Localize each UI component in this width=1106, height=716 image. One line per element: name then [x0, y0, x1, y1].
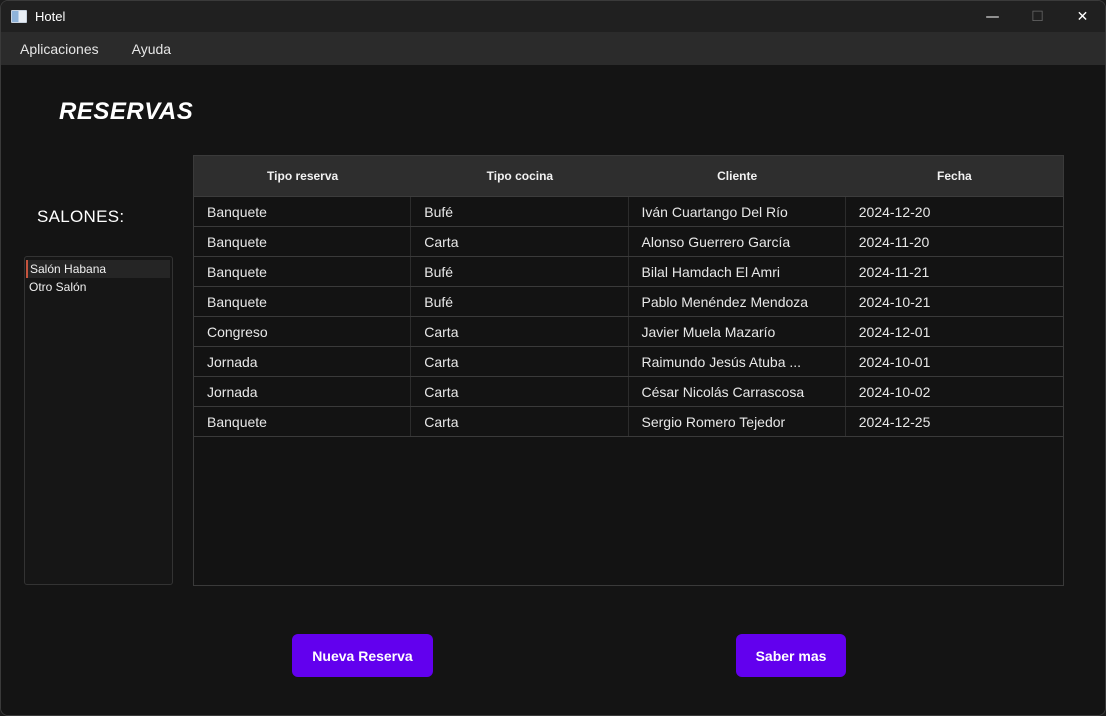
cell-tipo-reserva: Jornada — [194, 377, 412, 406]
cell-cliente: Sergio Romero Tejedor — [629, 407, 846, 436]
table-row[interactable]: Banquete Carta Sergio Romero Tejedor 202… — [194, 407, 1063, 437]
cell-tipo-cocina: Carta — [411, 227, 629, 256]
table-row[interactable]: Banquete Bufé Iván Cuartango Del Río 202… — [194, 197, 1063, 227]
column-header-cliente[interactable]: Cliente — [629, 156, 846, 196]
maximize-button[interactable]: ☐ — [1015, 1, 1060, 32]
cell-fecha: 2024-12-25 — [858, 413, 931, 430]
table-row[interactable]: Banquete Bufé Pablo Menéndez Mendoza 202… — [194, 287, 1063, 317]
cell-fecha: 2024-10-01 — [858, 353, 931, 370]
menu-bar: Aplicaciones Ayuda — [1, 32, 1105, 65]
cell-fecha: 2024-10-02 — [858, 383, 931, 400]
column-header-tipo-cocina[interactable]: Tipo cocina — [411, 156, 628, 196]
nueva-reserva-button[interactable]: Nueva Reserva — [292, 634, 433, 677]
cell-cliente: Javier Muela Mazarío — [629, 317, 846, 346]
cell-cliente: Raimundo Jesús Atuba ... — [629, 347, 846, 376]
window-title: Hotel — [35, 9, 66, 24]
cell-cliente: Iván Cuartango Del Río — [629, 197, 846, 226]
cell-fecha: 2024-10-21 — [858, 293, 931, 310]
salon-list[interactable]: Salón Habana Otro Salón — [24, 256, 173, 585]
saber-mas-button[interactable]: Saber mas — [736, 634, 846, 677]
window-controls: — ☐ ✕ — [970, 1, 1105, 32]
cell-tipo-cocina: Bufé — [411, 257, 629, 286]
cell-tipo-reserva: Banquete — [194, 407, 412, 436]
table-row[interactable]: Jornada Carta Raimundo Jesús Atuba ... 2… — [194, 347, 1063, 377]
cell-tipo-cocina: Bufé — [411, 287, 629, 316]
cell-cliente: Alonso Guerrero García — [629, 227, 846, 256]
title-bar: Hotel — ☐ ✕ — [1, 1, 1105, 32]
table-row[interactable]: Jornada Carta César Nicolás Carrascosa 2… — [194, 377, 1063, 407]
table-row[interactable]: Banquete Bufé Bilal Hamdach El Amri 2024… — [194, 257, 1063, 287]
reservas-table[interactable]: Tipo reserva Tipo cocina Cliente Fecha B… — [193, 155, 1064, 586]
cell-tipo-reserva: Jornada — [194, 347, 412, 376]
salones-label: SALONES: — [37, 207, 125, 226]
main-content: RESERVAS SALONES: Salón Habana Otro Saló… — [1, 65, 1105, 715]
cell-tipo-cocina: Bufé — [411, 197, 629, 226]
maximize-icon: ☐ — [1031, 8, 1044, 25]
menu-ayuda[interactable]: Ayuda — [132, 41, 171, 57]
cell-tipo-cocina: Carta — [411, 317, 629, 346]
cell-fecha: 2024-11-21 — [858, 263, 930, 280]
column-header-fecha[interactable]: Fecha — [846, 156, 1063, 196]
minimize-button[interactable]: — — [970, 1, 1015, 32]
cell-tipo-cocina: Carta — [411, 407, 629, 436]
close-button[interactable]: ✕ — [1060, 1, 1105, 32]
table-row[interactable]: Banquete Carta Alonso Guerrero García 20… — [194, 227, 1063, 257]
cell-tipo-cocina: Carta — [411, 347, 629, 376]
cell-cliente: Pablo Menéndez Mendoza — [629, 287, 846, 316]
column-header-tipo-reserva[interactable]: Tipo reserva — [194, 156, 411, 196]
cell-tipo-reserva: Banquete — [194, 257, 412, 286]
app-window: Hotel — ☐ ✕ Aplicaciones Ayuda RESERVAS … — [0, 0, 1106, 716]
minimize-icon: — — [985, 8, 1000, 25]
cell-tipo-reserva: Banquete — [194, 227, 412, 256]
cell-tipo-reserva: Congreso — [194, 317, 412, 346]
cell-tipo-cocina: Carta — [411, 377, 629, 406]
cell-fecha: 2024-12-20 — [858, 203, 931, 220]
close-icon: ✕ — [1076, 8, 1089, 25]
cell-fecha: 2024-12-01 — [858, 323, 931, 340]
cell-cliente: Bilal Hamdach El Amri — [629, 257, 846, 286]
salon-item-habana[interactable]: Salón Habana — [26, 260, 170, 278]
table-row[interactable]: Congreso Carta Javier Muela Mazarío 2024… — [194, 317, 1063, 347]
menu-aplicaciones[interactable]: Aplicaciones — [20, 41, 99, 57]
table-header: Tipo reserva Tipo cocina Cliente Fecha — [194, 156, 1063, 197]
cell-tipo-reserva: Banquete — [194, 197, 412, 226]
cell-cliente: César Nicolás Carrascosa — [629, 377, 846, 406]
cell-tipo-reserva: Banquete — [194, 287, 412, 316]
app-window-icon — [11, 10, 27, 23]
salon-item-otro[interactable]: Otro Salón — [25, 278, 172, 296]
cell-fecha: 2024-11-20 — [858, 233, 930, 250]
page-title: RESERVAS — [59, 98, 194, 125]
